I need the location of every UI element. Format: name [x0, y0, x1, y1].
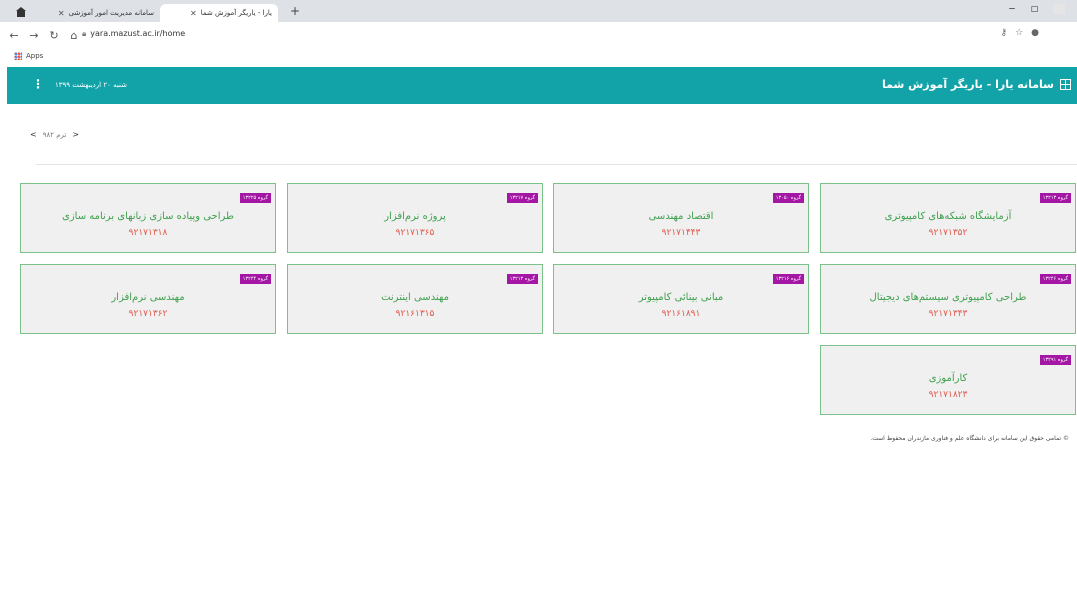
address-bar-actions: ⚷☆● — [1000, 28, 1047, 38]
course-code: ۹۲۱۶۱۳۱۵ — [395, 309, 435, 319]
university-favicon-icon — [16, 7, 26, 18]
course-card[interactable]: گروه ۱۳۲۱۷ پروژه نرم‌افزار ۹۲۱۷۱۳۶۵ — [287, 183, 543, 253]
header-date: شنبه ۲۰ اردیبهشت ۱۳۹۹ — [55, 81, 127, 89]
course-card[interactable]: گروه ۱۳۲۱۶ مبانی بینائی کامپیوتر ۹۲۱۶۱۸۹… — [553, 264, 809, 334]
course-title: مبانی بینائی کامپیوتر — [638, 292, 724, 303]
course-card[interactable]: گروه ۱۳۲۴۴ مهندسی نرم‌افزار ۹۲۱۷۱۳۶۲ — [20, 264, 276, 334]
browser-tab-bar: سامانه مدیریت امور آموزشی ✕ یارا - یاریگ… — [0, 0, 1077, 22]
term-label: ترم ۹۸۲ — [42, 130, 67, 139]
course-title: مهندسی اینترنت — [381, 292, 449, 303]
app-header: سامانه یارا - یاریگر آموزش شما شنبه ۲۰ ا… — [7, 67, 1077, 104]
close-window-button[interactable] — [1053, 4, 1065, 14]
new-tab-button[interactable]: + — [290, 4, 300, 18]
footer-copyright: © تمامی حقوق این سامانه برای دانشگاه علم… — [870, 435, 1069, 442]
apps-grid-icon — [14, 52, 22, 60]
group-badge: گروه ۱۳۲۱۶ — [772, 274, 804, 284]
close-icon[interactable]: ✕ — [190, 9, 197, 18]
course-title: آزمایشگاه شبکه‌های کامپیوتری — [884, 211, 1012, 222]
course-card[interactable]: گروه ۱۳۰۵۰ اقتصاد مهندسی ۹۲۱۷۱۴۴۳ — [553, 183, 809, 253]
reload-icon[interactable]: ↻ — [48, 29, 60, 42]
url-field[interactable]: 🔒︎ yara.mazust.ac.ir/home — [82, 29, 185, 39]
course-code: ۹۲۱۷۱۳۴۳ — [928, 309, 968, 319]
divider — [36, 164, 1077, 165]
course-title: پروژه نرم‌افزار — [384, 211, 446, 222]
course-code: ۹۲۱۶۱۸۹۱ — [661, 309, 701, 319]
course-code: ۹۲۱۷۱۳۶۲ — [128, 309, 168, 319]
group-badge: گروه ۱۳۲۱۳ — [1039, 193, 1071, 203]
browser-tab-1[interactable]: سامانه مدیریت امور آموزشی ✕ — [10, 4, 160, 22]
apps-bookmark[interactable]: Apps — [14, 52, 43, 60]
group-badge: گروه ۱۳۲۲۵ — [239, 193, 271, 203]
chevron-right-icon[interactable]: > — [72, 130, 79, 139]
brand[interactable]: سامانه یارا - یاریگر آموزش شما — [882, 78, 1071, 91]
forward-icon[interactable]: → — [28, 29, 40, 42]
course-code: ۹۲۱۷۱۴۴۳ — [661, 228, 701, 238]
course-card[interactable]: گروه ۱۳۲۴۶ طراحی کامپیوتری سیستم‌های دیج… — [820, 264, 1076, 334]
lock-icon: 🔒︎ — [82, 29, 87, 38]
star-icon[interactable]: ☆ — [1015, 28, 1031, 38]
logo-icon — [1060, 79, 1071, 90]
bookmarks-bar: Apps — [0, 48, 1077, 66]
course-title: طراحی وپیاده سازی زبانهای برنامه سازی — [62, 211, 234, 222]
kebab-menu-icon[interactable]: ⋮ — [32, 77, 44, 91]
group-badge: گروه ۱۳۰۵۰ — [772, 193, 804, 203]
apps-label: Apps — [26, 52, 44, 60]
group-badge: گروه ۱۳۲۹۱ — [1039, 355, 1071, 365]
group-badge: گروه ۱۳۲۴۶ — [1039, 274, 1071, 284]
course-code: ۹۲۱۷۱۸۲۳ — [928, 390, 968, 400]
course-card[interactable]: گروه ۱۳۲۱۳ مهندسی اینترنت ۹۲۱۶۱۳۱۵ — [287, 264, 543, 334]
course-title: کارآموزی — [928, 373, 968, 384]
home-icon[interactable]: ⌂ — [68, 29, 80, 42]
browser-tab-1-title: سامانه مدیریت امور آموزشی — [68, 9, 154, 17]
chevron-left-icon[interactable]: < — [30, 130, 37, 139]
group-badge: گروه ۱۳۲۱۳ — [506, 274, 538, 284]
brand-title: سامانه یارا - یاریگر آموزش شما — [881, 78, 1054, 91]
close-icon[interactable]: ✕ — [58, 9, 65, 18]
course-card[interactable]: گروه ۱۳۲۹۱ کارآموزی ۹۲۱۷۱۸۲۳ — [820, 345, 1076, 415]
course-code: ۹۲۱۷۱۳۵۲ — [928, 228, 968, 238]
course-code: ۹۲۱۷۱۳۶۵ — [395, 228, 435, 238]
key-icon[interactable]: ⚷ — [1000, 28, 1015, 38]
address-bar: ← → ↻ ⌂ 🔒︎ yara.mazust.ac.ir/home ⚷☆● — [0, 22, 1077, 48]
browser-tab-2-title: یارا - یاریگر آموزش شما — [200, 9, 272, 17]
course-card[interactable]: گروه ۱۳۲۲۵ طراحی وپیاده سازی زبانهای برن… — [20, 183, 276, 253]
group-badge: گروه ۱۳۲۴۴ — [239, 274, 271, 284]
window-controls[interactable]: − ◻ — [1008, 4, 1065, 15]
course-code: ۹۲۱۷۱۳۱۸ — [128, 228, 168, 238]
back-icon[interactable]: ← — [8, 29, 20, 42]
browser-tab-2[interactable]: یارا - یاریگر آموزش شما ✕ — [160, 4, 278, 22]
course-card[interactable]: گروه ۱۳۲۱۳ آزمایشگاه شبکه‌های کامپیوتری … — [820, 183, 1076, 253]
term-selector: < ترم ۹۸۲ > — [30, 130, 79, 139]
course-title: طراحی کامپیوتری سیستم‌های دیجیتال — [869, 292, 1027, 303]
course-title: مهندسی نرم‌افزار — [111, 292, 185, 303]
extension-icon[interactable]: ● — [1031, 28, 1047, 38]
url-text: yara.mazust.ac.ir/home — [90, 29, 186, 38]
course-title: اقتصاد مهندسی — [648, 211, 714, 222]
group-badge: گروه ۱۳۲۱۷ — [506, 193, 538, 203]
